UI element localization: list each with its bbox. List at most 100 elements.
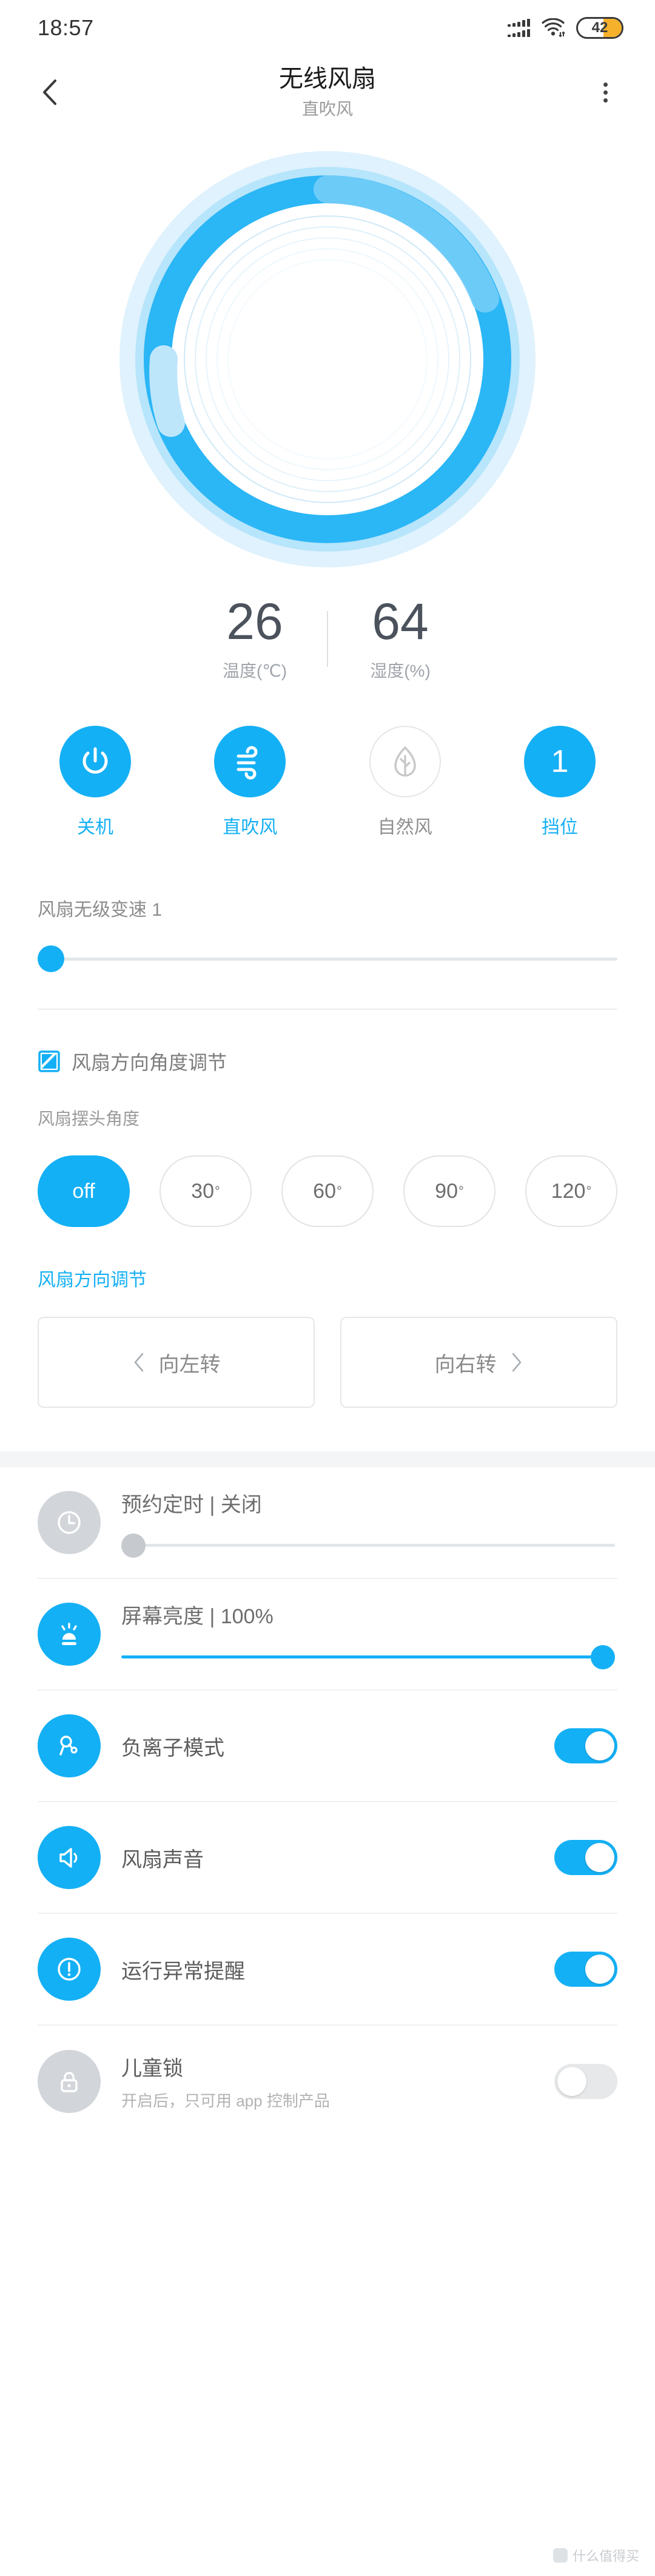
anion-icon xyxy=(59,1736,78,1756)
reading-divider xyxy=(327,611,328,667)
mode-power[interactable]: 关机 xyxy=(56,726,135,839)
degree-symbol: ° xyxy=(458,1183,464,1198)
wind-icon xyxy=(237,746,258,780)
watermark-text: 什么值得买 xyxy=(572,2549,639,2564)
mode-buttons: 关机 直吹风 自然风 1 挡位 xyxy=(0,682,655,839)
degree-symbol: ° xyxy=(215,1183,220,1198)
battery-icon: 42 xyxy=(576,17,623,39)
angle-adjust-icon xyxy=(38,1050,60,1072)
fan-sound-toggle[interactable] xyxy=(554,1840,617,1875)
angle-option-60[interactable]: 60 ° xyxy=(281,1155,374,1227)
direction-title: 风扇方向调节 xyxy=(38,1270,147,1290)
mode-gear-level[interactable]: 1 挡位 xyxy=(520,726,599,839)
chevron-right-icon xyxy=(512,1353,521,1372)
status-time: 18:57 xyxy=(38,15,94,40)
turn-right-label: 向右转 xyxy=(434,1353,497,1376)
battery-percent: 42 xyxy=(591,19,608,36)
angle-option-60-label: 60 xyxy=(313,1179,336,1203)
leaf-icon xyxy=(394,746,416,777)
back-button[interactable] xyxy=(32,74,68,110)
section-gap xyxy=(0,1452,655,1467)
speed-slider[interactable] xyxy=(38,945,617,972)
chevron-left-icon xyxy=(43,79,56,105)
speaker-icon xyxy=(59,1848,78,1868)
angle-option-30-label: 30 xyxy=(191,1179,214,1203)
angle-option-30[interactable]: 30 ° xyxy=(160,1155,252,1227)
setting-timer-label: 预约定时 | 关闭 xyxy=(121,1493,262,1516)
brightness-icon xyxy=(61,1623,77,1645)
mode-natural-wind[interactable]: 自然风 xyxy=(366,726,445,839)
more-vertical-icon xyxy=(603,82,608,87)
setting-child-lock[interactable]: 儿童锁 开启后，只可用 app 控制产品 xyxy=(38,2026,617,2137)
divider xyxy=(38,1009,617,1010)
angle-option-90-label: 90 xyxy=(435,1179,458,1203)
setting-brightness-label: 屏幕亮度 | 100% xyxy=(121,1604,274,1628)
setting-abnormal-alert-label: 运行异常提醒 xyxy=(121,1959,245,1983)
phone-screen: 18:57 42 无线风扇 直吹风 26 温度(℃) 64 湿度(%) 关机 直… xyxy=(0,0,655,2576)
speed-slider-track xyxy=(38,957,617,961)
mode-gear-level-label: 挡位 xyxy=(541,817,578,837)
humidity-label: 湿度(%) xyxy=(370,661,431,680)
brightness-slider-knob[interactable] xyxy=(591,1645,615,1669)
humidity-reading: 64 湿度(%) xyxy=(331,596,470,682)
setting-fan-sound-label: 风扇声音 xyxy=(121,1848,204,1871)
wifi-icon xyxy=(541,18,565,38)
setting-fan-sound[interactable]: 风扇声音 xyxy=(38,1802,617,1914)
signal-bars-icon xyxy=(508,19,530,37)
angle-section: 风扇方向角度调节 风扇摆头角度 off 30 ° 60 ° 90 ° 120 ° 风扇方… xyxy=(0,1047,655,1408)
abnormal-alert-toggle[interactable] xyxy=(554,1952,617,1987)
watermark: 什么值得买 xyxy=(553,2546,639,2565)
page-subtitle: 直吹风 xyxy=(301,100,353,118)
setting-anion-mode-label: 负离子模式 xyxy=(121,1736,224,1760)
speed-slider-knob[interactable] xyxy=(38,945,64,972)
turn-left-label: 向左转 xyxy=(158,1353,221,1376)
setting-timer[interactable]: 预约定时 | 关闭 xyxy=(38,1467,617,1579)
mode-natural-wind-label: 自然风 xyxy=(377,817,432,837)
mode-power-label: 关机 xyxy=(77,817,113,837)
sensor-readings: 26 温度(℃) 64 湿度(%) xyxy=(0,596,655,682)
clock-icon xyxy=(58,1511,81,1534)
angle-section-title: 风扇方向角度调节 xyxy=(72,1052,227,1073)
power-icon xyxy=(82,747,108,774)
mode-direct-wind-label: 直吹风 xyxy=(223,817,278,837)
speed-section: 风扇无级变速 1 xyxy=(0,894,655,972)
fan-dial-area xyxy=(0,129,655,590)
turn-left-button[interactable]: 向左转 xyxy=(38,1317,315,1408)
timer-slider-knob[interactable] xyxy=(121,1533,146,1558)
temperature-label: 温度(℃) xyxy=(222,661,287,680)
brightness-slider[interactable] xyxy=(121,1645,615,1669)
page-title: 无线风扇 xyxy=(279,66,376,92)
turn-right-button[interactable]: 向右转 xyxy=(340,1317,617,1408)
setting-anion-mode[interactable]: 负离子模式 xyxy=(38,1691,617,1802)
mode-direct-wind[interactable]: 直吹风 xyxy=(210,726,289,839)
angle-option-90[interactable]: 90 ° xyxy=(403,1155,495,1227)
lock-icon xyxy=(61,2072,78,2092)
child-lock-toggle[interactable] xyxy=(554,2064,617,2099)
timer-slider[interactable] xyxy=(121,1533,615,1558)
angle-option-120-label: 120 xyxy=(551,1179,586,1203)
setting-brightness[interactable]: 屏幕亮度 | 100% xyxy=(38,1579,617,1691)
degree-symbol: ° xyxy=(586,1183,592,1198)
humidity-value: 64 xyxy=(372,593,429,650)
more-menu-button[interactable] xyxy=(587,74,623,110)
temperature-value: 26 xyxy=(226,593,283,650)
angle-options: off 30 ° 60 ° 90 ° 120 ° xyxy=(38,1155,617,1227)
angle-sub-label: 风扇摆头角度 xyxy=(38,1109,140,1128)
chevron-left-icon xyxy=(134,1353,143,1372)
speed-label: 风扇无级变速 1 xyxy=(38,900,163,920)
app-header: 无线风扇 直吹风 xyxy=(0,56,655,129)
angle-option-off[interactable]: off xyxy=(38,1155,130,1227)
angle-section-header: 风扇方向角度调节 xyxy=(38,1047,617,1075)
timer-slider-track xyxy=(121,1544,615,1547)
status-icons: 42 xyxy=(508,17,623,39)
temperature-reading: 26 温度(℃) xyxy=(185,596,324,682)
alert-icon xyxy=(58,1958,81,1981)
angle-option-off-label: off xyxy=(72,1179,95,1203)
anion-mode-toggle[interactable] xyxy=(554,1728,617,1763)
setting-abnormal-alert[interactable]: 运行异常提醒 xyxy=(38,1914,617,2026)
degree-symbol: ° xyxy=(337,1183,342,1198)
fan-dial-graphic[interactable] xyxy=(115,147,540,572)
brightness-slider-track xyxy=(121,1655,615,1658)
angle-option-120[interactable]: 120 ° xyxy=(525,1155,617,1227)
status-bar: 18:57 42 xyxy=(0,0,655,56)
